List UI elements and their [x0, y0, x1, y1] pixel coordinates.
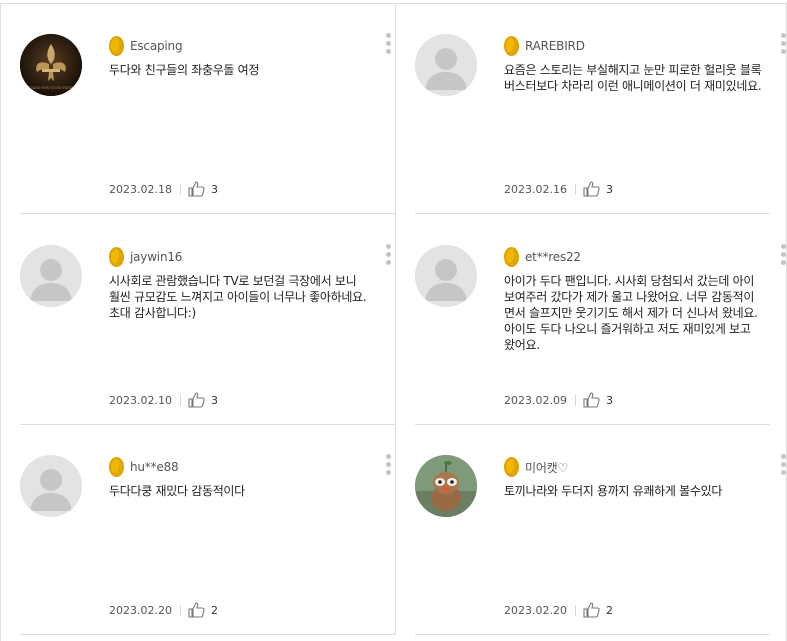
- review-text: 요즘은 스토리는 부실해지고 눈만 피로한 헐리웃 블록버스터보다 차라리 이런…: [504, 63, 762, 93]
- review-text: 두다와 친구들의 좌충우돌 여정: [109, 63, 260, 77]
- review-date: 2023.02.16: [504, 182, 567, 196]
- review-date: 2023.02.20: [504, 603, 567, 617]
- gold-egg-badge-icon: [504, 36, 519, 56]
- review-meta: 2023.02.16 3: [504, 181, 613, 197]
- like-count: 2: [210, 603, 218, 617]
- avatar[interactable]: [415, 34, 477, 96]
- review-author: Escaping: [109, 35, 183, 57]
- review-meta: 2023.02.20 2: [109, 602, 218, 618]
- username[interactable]: Escaping: [130, 39, 183, 53]
- thumbs-up-icon[interactable]: [188, 602, 205, 618]
- thumbs-up-icon[interactable]: [583, 181, 600, 197]
- like-count: 3: [210, 182, 218, 196]
- review-card: jaywin16 시사회로 관람했습니다 TV로 보던걸 극장에서 보니 훨씬 …: [20, 214, 396, 424]
- avatar[interactable]: [415, 245, 477, 307]
- review-author: jaywin16: [109, 246, 182, 268]
- review-author: 미어캣♡: [504, 456, 568, 478]
- avatar[interactable]: STAND FOR YOURS FAITH: [20, 34, 82, 96]
- avatar[interactable]: [415, 455, 477, 517]
- review-card: et**res22 아이가 두다 팬입니다. 시사회 당첨되서 갔는데 아이 보…: [415, 214, 787, 424]
- fleur-de-lis-photo: STAND FOR YOURS FAITH: [20, 34, 82, 96]
- like-count: 3: [210, 393, 218, 407]
- avatar[interactable]: [20, 455, 82, 517]
- review-author: et**res22: [504, 246, 581, 268]
- review-meta: 2023.02.09 3: [504, 392, 613, 408]
- thumbs-up-icon[interactable]: [583, 392, 600, 408]
- gold-egg-badge-icon: [109, 457, 124, 477]
- default-avatar-icon: [415, 245, 477, 307]
- review-card: hu**e88 두다다쿵 재밌다 감동적이다 2023.02.20 2: [20, 424, 396, 634]
- like-count: 3: [605, 182, 613, 196]
- review-card: 미어캣♡ 토끼나라와 두더지 용까지 유쾌하게 볼수있다 2023.02.20 …: [415, 424, 787, 634]
- username[interactable]: hu**e88: [130, 460, 179, 474]
- like-count: 2: [605, 603, 613, 617]
- thumbs-up-icon[interactable]: [583, 602, 600, 618]
- like-count: 3: [605, 393, 613, 407]
- meta-separator: [574, 183, 576, 195]
- review-author: RAREBIRD: [504, 35, 585, 57]
- thumbs-up-icon[interactable]: [188, 181, 205, 197]
- row-divider-right-3: [415, 634, 770, 635]
- plush-toy-photo: [415, 455, 477, 517]
- more-vertical-icon[interactable]: [777, 33, 787, 57]
- review-meta: 2023.02.10 3: [109, 392, 218, 408]
- gold-egg-badge-icon: [109, 247, 124, 267]
- avatar[interactable]: [20, 245, 82, 307]
- username[interactable]: jaywin16: [130, 250, 182, 264]
- more-vertical-icon[interactable]: [382, 454, 394, 478]
- username[interactable]: RAREBIRD: [525, 39, 585, 53]
- more-vertical-icon[interactable]: [777, 244, 787, 268]
- meta-separator: [179, 604, 181, 616]
- default-avatar-icon: [415, 34, 477, 96]
- gold-egg-badge-icon: [504, 247, 519, 267]
- review-author: hu**e88: [109, 456, 179, 478]
- gold-egg-badge-icon: [504, 457, 519, 477]
- more-vertical-icon[interactable]: [382, 33, 394, 57]
- review-date: 2023.02.20: [109, 603, 172, 617]
- more-vertical-icon[interactable]: [777, 454, 787, 478]
- review-meta: 2023.02.20 2: [504, 602, 613, 618]
- review-card: RAREBIRD 요즘은 스토리는 부실해지고 눈만 피로한 헐리웃 블록버스터…: [415, 3, 787, 213]
- review-meta: 2023.02.18 3: [109, 181, 218, 197]
- review-text: 두다다쿵 재밌다 감동적이다: [109, 484, 245, 498]
- username[interactable]: 미어캣♡: [525, 459, 568, 476]
- row-divider-left-3: [20, 634, 395, 635]
- review-text: 시사회로 관람했습니다 TV로 보던걸 극장에서 보니 훨씬 규모감도 느껴지고…: [109, 274, 367, 320]
- meta-separator: [574, 604, 576, 616]
- review-text: 아이가 두다 팬입니다. 시사회 당첨되서 갔는데 아이 보여주러 갔다가 제가…: [504, 274, 758, 352]
- default-avatar-icon: [20, 245, 82, 307]
- review-text: 토끼나라와 두더지 용까지 유쾌하게 볼수있다: [504, 484, 723, 498]
- more-vertical-icon[interactable]: [382, 244, 394, 268]
- avatar-caption: STAND FOR YOURS FAITH: [29, 86, 74, 90]
- gold-egg-badge-icon: [109, 36, 124, 56]
- review-date: 2023.02.10: [109, 393, 172, 407]
- meta-separator: [179, 394, 181, 406]
- meta-separator: [574, 394, 576, 406]
- grid-divider-vertical-left: [0, 3, 1, 641]
- review-date: 2023.02.09: [504, 393, 567, 407]
- review-card: STAND FOR YOURS FAITH Escaping 두다와 친구들의 …: [20, 3, 396, 213]
- meta-separator: [179, 183, 181, 195]
- username[interactable]: et**res22: [525, 250, 581, 264]
- review-date: 2023.02.18: [109, 182, 172, 196]
- thumbs-up-icon[interactable]: [188, 392, 205, 408]
- default-avatar-icon: [20, 455, 82, 517]
